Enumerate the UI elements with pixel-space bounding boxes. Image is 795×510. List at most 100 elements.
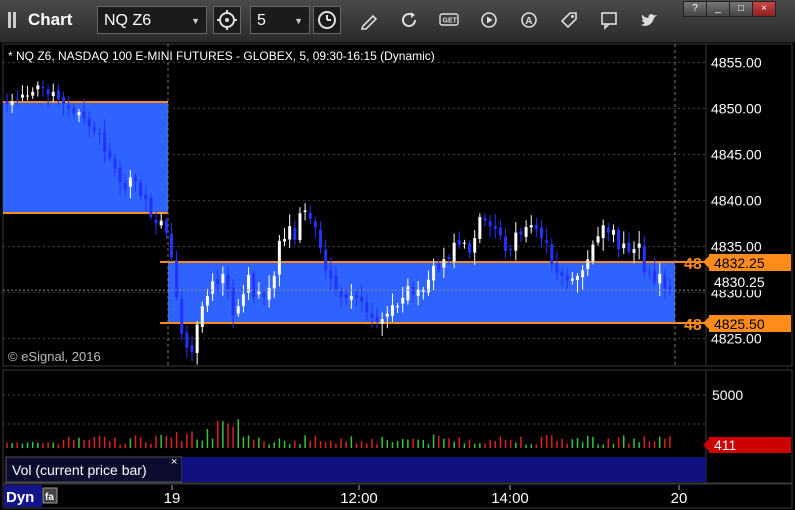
get-icon[interactable]: GET <box>439 10 459 30</box>
volume-axis-label: 5000 <box>712 387 743 403</box>
candle-body <box>437 263 441 271</box>
symbol-input[interactable]: NQ Z6 ▼ <box>97 6 207 34</box>
candle-body <box>555 262 559 274</box>
candle-body <box>468 243 472 253</box>
candle-body <box>488 221 492 227</box>
candle-body <box>627 242 631 252</box>
candle-body <box>175 260 179 297</box>
time-tick-label: 14:00 <box>491 490 529 507</box>
candle-body <box>51 91 55 97</box>
last-price-label: 4830.25 <box>714 274 765 290</box>
chart-window: Chart NQ Z6 ▼ 5 ▼ GET A ? _ □ × * NQ Z6,… <box>0 0 795 510</box>
candle-body <box>324 249 328 271</box>
close-button[interactable]: × <box>752 1 776 17</box>
candle-body <box>396 306 400 308</box>
play-icon[interactable] <box>479 10 499 30</box>
candle-body <box>406 285 410 301</box>
volume-study-close[interactable]: × <box>171 456 177 468</box>
chat-icon[interactable] <box>599 10 619 30</box>
candle-body <box>329 269 333 279</box>
value-zone-upper <box>3 102 168 213</box>
level-high-prefix: 48 <box>684 256 702 273</box>
candle-body <box>663 275 667 289</box>
candle-body <box>519 231 523 235</box>
candle-body <box>319 229 323 249</box>
candle-body <box>642 245 646 273</box>
price-tick-label: 4825.00 <box>711 330 762 346</box>
interval-dropdown-icon[interactable]: ▼ <box>294 7 303 35</box>
candle-body <box>123 182 127 190</box>
title-bar: Chart NQ Z6 ▼ 5 ▼ GET A ? _ □ × <box>0 0 795 43</box>
candle-body <box>514 232 518 251</box>
time-tick-label: 19 <box>164 490 181 507</box>
candle-body <box>298 213 302 240</box>
candle-body <box>5 101 9 104</box>
candle-body <box>483 217 487 221</box>
candle-body <box>560 271 564 276</box>
timeframe-icon <box>217 10 237 30</box>
symbol-dropdown-icon[interactable]: ▼ <box>191 7 200 35</box>
maximize-button[interactable]: □ <box>729 1 753 17</box>
candle-body <box>252 273 256 297</box>
minimize-button[interactable]: _ <box>706 1 730 17</box>
volume-study-label: Vol (current price bar) <box>12 462 147 478</box>
tag-icon[interactable] <box>559 10 579 30</box>
candle-body <box>601 225 605 239</box>
candle-body <box>144 194 148 200</box>
candle-body <box>185 332 189 348</box>
candle-body <box>200 306 204 327</box>
candle-body <box>457 240 461 245</box>
candle-body <box>241 294 245 306</box>
candle-body <box>72 107 76 113</box>
candle-body <box>164 220 168 233</box>
candle-body <box>257 291 261 295</box>
candle-body <box>668 286 672 290</box>
refresh-icon[interactable] <box>399 10 419 30</box>
candle-body <box>545 240 549 243</box>
help-button[interactable]: ? <box>683 1 707 17</box>
symbol-value: NQ Z6 <box>104 12 152 29</box>
candle-body <box>216 279 220 285</box>
candle-body <box>149 197 153 217</box>
interval-input[interactable]: 5 ▼ <box>250 6 310 34</box>
value-zone-lower <box>168 262 675 323</box>
price-tick-label: 4845.00 <box>711 146 762 162</box>
candle-body <box>283 239 287 242</box>
candle-body <box>236 306 240 314</box>
candle-body <box>637 243 641 248</box>
window-title: Chart <box>28 10 73 29</box>
candle-body <box>277 240 281 275</box>
pencil-icon[interactable] <box>359 10 379 30</box>
candle-body <box>46 89 50 95</box>
candle-body <box>647 273 651 275</box>
alert-icon[interactable]: A <box>519 10 539 30</box>
candle-body <box>565 275 569 281</box>
candle-body <box>293 228 297 240</box>
candle-body <box>581 270 585 278</box>
price-chart[interactable]: * NQ Z6, NASDAQ 100 E-MINI FUTURES - GLO… <box>0 43 795 510</box>
candle-body <box>591 244 595 262</box>
candle-body <box>586 259 590 270</box>
twitter-icon[interactable] <box>639 10 659 30</box>
timeframe-button[interactable] <box>213 6 241 34</box>
candle-body <box>524 227 528 237</box>
candle-body <box>139 182 143 196</box>
dynamic-mode-label: Dyn <box>6 489 34 506</box>
candle-body <box>82 111 86 119</box>
candle-body <box>632 249 636 253</box>
candle-body <box>354 294 358 298</box>
candle-body <box>575 275 579 281</box>
candle-body <box>221 274 225 284</box>
candle-body <box>334 276 338 290</box>
app-grip-icon[interactable] <box>8 12 22 28</box>
current-volume-label: 411 <box>714 437 737 453</box>
candle-body <box>226 274 230 290</box>
candle-body <box>211 281 215 294</box>
candle-body <box>504 236 508 251</box>
candle-body <box>498 227 502 236</box>
candle-body <box>15 98 19 100</box>
candle-body <box>462 242 466 244</box>
clock-button[interactable] <box>313 6 341 34</box>
candle-body <box>10 101 14 106</box>
candle-body <box>20 94 24 98</box>
